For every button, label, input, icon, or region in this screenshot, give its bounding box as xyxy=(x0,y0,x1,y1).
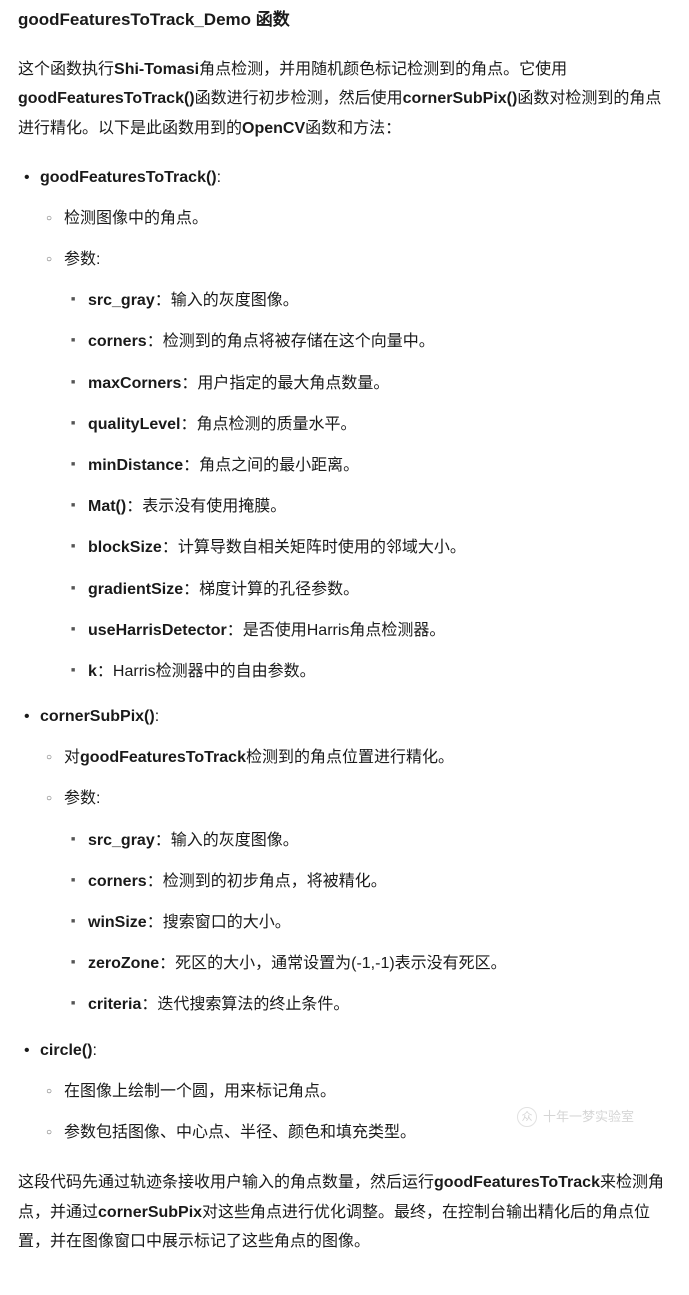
param-item: gradientSize：梯度计算的孔径参数。 xyxy=(66,576,671,603)
outro-paragraph: 这段代码先通过轨迹条接收用户输入的角点数量，然后运行goodFeaturesTo… xyxy=(18,1168,671,1257)
param-desc: ：搜索窗口的大小。 xyxy=(147,914,291,931)
text: 这段代码先通过轨迹条接收用户输入的角点数量，然后运行 xyxy=(18,1174,434,1191)
text: 函数进行初步检测，然后使用 xyxy=(195,90,403,107)
param-item: winSize：搜索窗口的大小。 xyxy=(66,909,671,936)
note-item: 检测图像中的角点。 xyxy=(42,205,671,232)
text: 参数: xyxy=(64,790,100,807)
text: 这个函数执行 xyxy=(18,61,114,78)
section-title: goodFeaturesToTrack_Demo 函数 xyxy=(18,6,671,35)
bold-text: Shi-Tomasi xyxy=(114,61,199,78)
param-name: zeroZone xyxy=(88,955,159,972)
param-item: k：Harris检测器中的自由参数。 xyxy=(66,658,671,685)
param-name: criteria xyxy=(88,996,141,1013)
function-item: goodFeaturesToTrack(): 检测图像中的角点。参数: src_gr… xyxy=(18,164,671,685)
notes-list: 在图像上绘制一个圆，用来标记角点。参数包括图像、中心点、半径、颜色和填充类型。 xyxy=(42,1078,671,1146)
param-name: minDistance xyxy=(88,457,183,474)
function-name: circle() xyxy=(40,1042,92,1059)
param-desc: ：是否使用Harris角点检测器。 xyxy=(227,622,446,639)
function-item: cornerSubPix(): 对goodFeaturesToTrack检测到的角… xyxy=(18,703,671,1019)
param-desc: ：用户指定的最大角点数量。 xyxy=(181,375,389,392)
text: 参数: xyxy=(64,251,100,268)
param-name: src_gray xyxy=(88,832,155,849)
functions-list: goodFeaturesToTrack(): 检测图像中的角点。参数: src_gr… xyxy=(18,164,671,1147)
param-item: maxCorners：用户指定的最大角点数量。 xyxy=(66,370,671,397)
param-desc: ：死区的大小，通常设置为(-1,-1)表示没有死区。 xyxy=(159,955,507,972)
notes-list: 检测图像中的角点。参数:src_gray：输入的灰度图像。corners：检测到… xyxy=(42,205,671,685)
param-name: winSize xyxy=(88,914,147,931)
text: 检测到的角点位置进行精化。 xyxy=(246,749,454,766)
text: : xyxy=(217,169,221,186)
text: 检测图像中的角点。 xyxy=(64,210,208,227)
bold-text: cornerSubPix() xyxy=(403,90,518,107)
text: 函数和方法： xyxy=(305,120,401,137)
param-item: Mat()：表示没有使用掩膜。 xyxy=(66,493,671,520)
params-list: src_gray：输入的灰度图像。corners：检测到的初步角点，将被精化。w… xyxy=(66,827,671,1019)
param-name: blockSize xyxy=(88,539,162,556)
text: : xyxy=(155,708,159,725)
params-list: src_gray：输入的灰度图像。corners：检测到的角点将被存储在这个向量… xyxy=(66,287,671,685)
param-item: src_gray：输入的灰度图像。 xyxy=(66,287,671,314)
param-desc: ：Harris检测器中的自由参数。 xyxy=(97,663,316,680)
note-item: 参数:src_gray：输入的灰度图像。corners：检测到的初步角点，将被精… xyxy=(42,785,671,1018)
bold-text: cornerSubPix xyxy=(98,1204,202,1221)
intro-paragraph: 这个函数执行Shi-Tomasi角点检测，并用随机颜色标记检测到的角点。它使用g… xyxy=(18,55,671,144)
text: 对 xyxy=(64,749,80,766)
param-item: qualityLevel：角点检测的质量水平。 xyxy=(66,411,671,438)
note-item: 参数包括图像、中心点、半径、颜色和填充类型。 xyxy=(42,1119,671,1146)
param-item: criteria：迭代搜索算法的终止条件。 xyxy=(66,991,671,1018)
param-item: minDistance：角点之间的最小距离。 xyxy=(66,452,671,479)
param-desc: ：计算导数自相关矩阵时使用的邻域大小。 xyxy=(162,539,466,556)
param-item: zeroZone：死区的大小，通常设置为(-1,-1)表示没有死区。 xyxy=(66,950,671,977)
param-name: corners xyxy=(88,873,147,890)
param-item: src_gray：输入的灰度图像。 xyxy=(66,827,671,854)
bold-text: goodFeaturesToTrack xyxy=(80,749,246,766)
param-desc: ：表示没有使用掩膜。 xyxy=(126,498,286,515)
text: 参数包括图像、中心点、半径、颜色和填充类型。 xyxy=(64,1124,416,1141)
text: : xyxy=(92,1042,96,1059)
param-item: blockSize：计算导数自相关矩阵时使用的邻域大小。 xyxy=(66,534,671,561)
param-name: qualityLevel xyxy=(88,416,180,433)
param-item: corners：检测到的初步角点，将被精化。 xyxy=(66,868,671,895)
param-item: useHarrisDetector：是否使用Harris角点检测器。 xyxy=(66,617,671,644)
param-name: k xyxy=(88,663,97,680)
text: 在图像上绘制一个圆，用来标记角点。 xyxy=(64,1083,336,1100)
bold-text: goodFeaturesToTrack() xyxy=(18,90,195,107)
bold-text: OpenCV xyxy=(242,120,305,137)
function-name: cornerSubPix() xyxy=(40,708,155,725)
note-item: 参数:src_gray：输入的灰度图像。corners：检测到的角点将被存储在这… xyxy=(42,246,671,685)
param-desc: ：输入的灰度图像。 xyxy=(155,292,299,309)
param-desc: ：输入的灰度图像。 xyxy=(155,832,299,849)
text: 角点检测，并用随机颜色标记检测到的角点。它使用 xyxy=(199,61,567,78)
param-name: corners xyxy=(88,333,147,350)
param-name: src_gray xyxy=(88,292,155,309)
note-item: 在图像上绘制一个圆，用来标记角点。 xyxy=(42,1078,671,1105)
bold-text: goodFeaturesToTrack xyxy=(434,1174,600,1191)
function-item: circle(): 在图像上绘制一个圆，用来标记角点。参数包括图像、中心点、半径、… xyxy=(18,1037,671,1147)
param-desc: ：检测到的角点将被存储在这个向量中。 xyxy=(147,333,435,350)
param-desc: ：检测到的初步角点，将被精化。 xyxy=(147,873,387,890)
param-name: Mat() xyxy=(88,498,126,515)
param-desc: ：角点检测的质量水平。 xyxy=(180,416,356,433)
param-name: gradientSize xyxy=(88,581,183,598)
notes-list: 对goodFeaturesToTrack检测到的角点位置进行精化。参数: src_… xyxy=(42,744,671,1018)
param-desc: ：梯度计算的孔径参数。 xyxy=(183,581,359,598)
param-name: useHarrisDetector xyxy=(88,622,227,639)
function-name: goodFeaturesToTrack() xyxy=(40,169,217,186)
param-desc: ：角点之间的最小距离。 xyxy=(183,457,359,474)
param-name: maxCorners xyxy=(88,375,181,392)
param-item: corners：检测到的角点将被存储在这个向量中。 xyxy=(66,328,671,355)
note-item: 对goodFeaturesToTrack检测到的角点位置进行精化。 xyxy=(42,744,671,771)
param-desc: ：迭代搜索算法的终止条件。 xyxy=(141,996,349,1013)
